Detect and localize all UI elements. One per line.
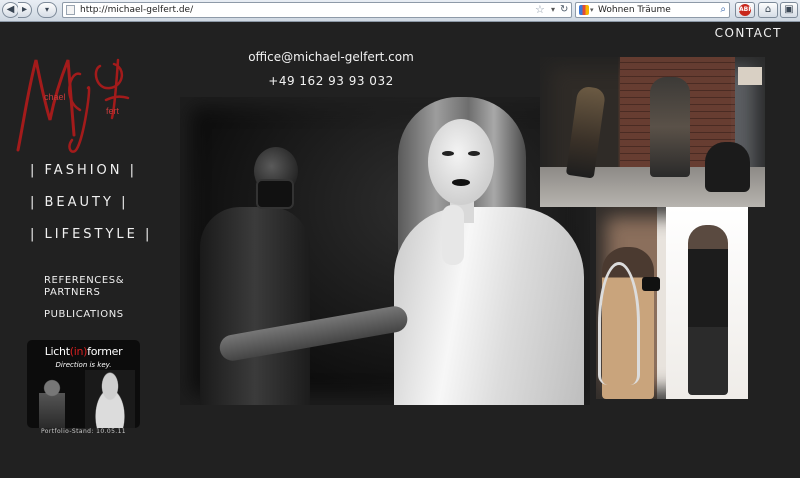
studio-shoot-photo [596, 207, 748, 399]
addon-button[interactable]: ▣ [780, 2, 798, 18]
addon-icon: ▣ [784, 4, 794, 15]
photo-assistant-figure [650, 77, 690, 177]
banner-title-pre: Licht [44, 345, 70, 358]
photo-street-sign [738, 67, 762, 85]
photo-lamp [598, 262, 640, 385]
nav-publications[interactable]: PUBLICATIONS [44, 309, 124, 321]
url-dropdown-icon[interactable]: ▾ [551, 3, 555, 17]
banner-photographer-image [39, 378, 65, 428]
history-dropdown-button[interactable]: ▾ [37, 2, 57, 18]
photo-model-face [428, 119, 494, 205]
address-bar[interactable]: http://michael-gelfert.de/ ☆ ▾ ↻ [62, 2, 572, 18]
search-engine-dropdown-icon[interactable]: ▾ [590, 3, 594, 17]
banner-title-mid: (in) [69, 345, 88, 358]
banner-title: Licht(in)former [27, 345, 140, 358]
browser-toolbar: ◀ ▸ ▾ http://michael-gelfert.de/ ☆ ▾ ↻ ▾… [0, 0, 800, 22]
photo-camera [642, 277, 660, 291]
phone-number: +49 162 93 93 032 [268, 74, 394, 88]
url-text: http://michael-gelfert.de/ [80, 5, 194, 15]
google-icon[interactable] [579, 5, 589, 15]
banner-subtitle: Direction is key. [55, 361, 112, 369]
nav-fashion[interactable]: | FASHION | [30, 163, 137, 178]
home-button[interactable]: ⌂ [758, 2, 778, 18]
logo-small-text-2: fert [106, 106, 120, 116]
nav-references-line2: PARTNERS [44, 287, 101, 298]
photo-model-figure [565, 85, 607, 179]
portfolio-stand-text: Portfolio-Stand: 10.05.11 [40, 428, 127, 435]
nav-references-partners[interactable]: REFERENCES& PARTNERS [44, 275, 124, 299]
banner-title-post: former [87, 345, 123, 358]
lichtformer-banner[interactable]: Licht(in)former Direction is key. [27, 340, 140, 428]
photo-model-eye [442, 151, 454, 156]
nav-lifestyle[interactable]: | LIFESTYLE | [30, 227, 152, 242]
forward-arrow-icon: ▸ [21, 4, 28, 15]
email-link[interactable]: office@michael-gelfert.com [206, 50, 456, 64]
photo-model-eye [468, 151, 480, 156]
home-icon: ⌂ [764, 4, 772, 15]
adblock-icon: ABP [739, 4, 753, 16]
search-input-value: Wohnen Träume [598, 5, 671, 15]
back-arrow-icon: ◀ [6, 4, 15, 15]
adblock-button[interactable]: ABP [735, 2, 755, 18]
nav-references-line1: REFERENCES& [44, 275, 125, 286]
page-favicon-icon [66, 5, 75, 15]
contact-link[interactable]: CONTACT [715, 26, 782, 40]
photo-model-lips [452, 179, 470, 186]
photo-camera [256, 179, 294, 209]
magnifier-icon[interactable]: ⌕ [720, 3, 726, 17]
logo-small-text-1: chael [44, 92, 66, 102]
photo-photographer-body [200, 207, 310, 405]
back-button[interactable]: ◀ [2, 2, 19, 18]
forward-button[interactable]: ▸ [18, 2, 32, 18]
bookmark-star-icon[interactable]: ☆ [535, 3, 545, 17]
site-logo[interactable]: chael fert [10, 40, 140, 160]
street-shoot-photo [540, 57, 765, 207]
photo-model-hand [442, 205, 464, 265]
chevron-down-icon: ▾ [44, 5, 49, 14]
photo-model-figure [688, 225, 728, 395]
main-photo [180, 97, 590, 405]
photo-photographer-figure [705, 142, 750, 192]
nav-beauty[interactable]: | BEAUTY | [30, 195, 128, 210]
photo-model-shirt [394, 207, 584, 405]
banner-model-image [85, 370, 135, 428]
search-field[interactable]: ▾ Wohnen Träume ⌕ [575, 2, 730, 18]
reload-icon[interactable]: ↻ [560, 3, 568, 17]
web-page: CONTACT chael fert | FASHION | | BEAUTY … [0, 22, 800, 478]
